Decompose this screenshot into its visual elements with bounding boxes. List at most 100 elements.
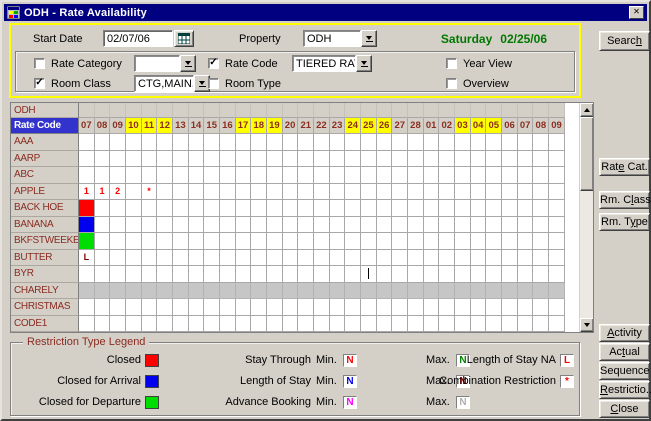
grid-cell[interactable] xyxy=(283,151,299,168)
grid-cell[interactable] xyxy=(455,299,471,316)
grid-cell[interactable] xyxy=(502,134,518,151)
activity-button[interactable]: Activity xyxy=(599,324,650,342)
grid-cell[interactable] xyxy=(455,167,471,184)
grid-cell[interactable] xyxy=(533,299,549,316)
grid-cell[interactable] xyxy=(142,283,158,300)
rate-code-row-label[interactable]: AAA xyxy=(11,134,79,151)
grid-cell[interactable] xyxy=(283,316,299,333)
grid-cell[interactable] xyxy=(377,316,393,333)
scroll-up-icon[interactable] xyxy=(580,103,594,117)
grid-cell[interactable] xyxy=(157,283,173,300)
grid-cell[interactable] xyxy=(549,200,565,217)
date-column-header[interactable]: 09 xyxy=(110,118,126,134)
grid-cell[interactable] xyxy=(251,233,267,250)
grid-cell[interactable] xyxy=(95,167,111,184)
grid-cell[interactable] xyxy=(189,184,205,201)
grid-cell[interactable] xyxy=(126,316,142,333)
grid-cell[interactable] xyxy=(471,184,487,201)
grid-cell[interactable] xyxy=(251,151,267,168)
grid-cell[interactable] xyxy=(345,283,361,300)
grid-cell[interactable] xyxy=(298,217,314,234)
date-column-header[interactable]: 02 xyxy=(439,118,455,134)
grid-cell[interactable] xyxy=(189,283,205,300)
grid-cell[interactable] xyxy=(236,266,252,283)
grid-cell[interactable] xyxy=(408,134,424,151)
grid-cell[interactable] xyxy=(424,283,440,300)
date-column-header[interactable]: 14 xyxy=(189,118,205,134)
grid-cell[interactable]: * xyxy=(142,184,158,201)
grid-cell[interactable] xyxy=(126,167,142,184)
grid-cell[interactable] xyxy=(157,134,173,151)
grid-cell[interactable] xyxy=(345,233,361,250)
date-column-header[interactable]: 17 xyxy=(236,118,252,134)
grid-cell[interactable] xyxy=(486,200,502,217)
grid-cell[interactable] xyxy=(486,283,502,300)
grid-cell[interactable] xyxy=(330,151,346,168)
grid-cell[interactable] xyxy=(392,200,408,217)
grid-cell[interactable] xyxy=(424,151,440,168)
grid-cell[interactable] xyxy=(408,184,424,201)
grid-cell[interactable] xyxy=(173,316,189,333)
grid-cell[interactable] xyxy=(204,266,220,283)
grid-cell[interactable] xyxy=(455,250,471,267)
grid-cell[interactable] xyxy=(314,151,330,168)
calendar-button[interactable] xyxy=(174,30,194,47)
grid-cell[interactable] xyxy=(392,316,408,333)
grid-cell[interactable] xyxy=(549,250,565,267)
grid-cell[interactable] xyxy=(142,233,158,250)
grid-cell[interactable] xyxy=(126,151,142,168)
grid-cell[interactable] xyxy=(220,316,236,333)
grid-cell[interactable] xyxy=(95,134,111,151)
restrictions-button[interactable]: Restrictio... xyxy=(599,381,650,399)
grid-cell[interactable] xyxy=(251,134,267,151)
date-column-header[interactable]: 04 xyxy=(471,118,487,134)
grid-cell[interactable] xyxy=(330,200,346,217)
grid-cell[interactable] xyxy=(392,217,408,234)
grid-cell[interactable] xyxy=(471,250,487,267)
search-button[interactable]: Search xyxy=(599,31,650,51)
grid-cell[interactable] xyxy=(345,299,361,316)
grid-cell[interactable] xyxy=(157,217,173,234)
grid-cell[interactable] xyxy=(79,266,95,283)
grid-cell[interactable]: 1 xyxy=(95,184,111,201)
grid-cell[interactable] xyxy=(392,151,408,168)
grid-cell[interactable] xyxy=(361,184,377,201)
grid-cell[interactable] xyxy=(283,266,299,283)
grid-cell[interactable] xyxy=(95,266,111,283)
grid-cell[interactable] xyxy=(204,184,220,201)
date-column-header[interactable]: 18 xyxy=(251,118,267,134)
grid-cell[interactable] xyxy=(95,316,111,333)
grid-cell[interactable] xyxy=(95,200,111,217)
grid-cell[interactable] xyxy=(345,184,361,201)
grid-cell[interactable] xyxy=(486,167,502,184)
grid-cell[interactable] xyxy=(298,151,314,168)
grid-cell[interactable] xyxy=(189,151,205,168)
grid-cell[interactable] xyxy=(377,151,393,168)
date-column-header[interactable]: 08 xyxy=(95,118,111,134)
grid-cell[interactable] xyxy=(142,200,158,217)
date-column-header[interactable]: 22 xyxy=(314,118,330,134)
rate-code-row-label[interactable]: BUTTER xyxy=(11,250,79,267)
grid-cell[interactable] xyxy=(439,316,455,333)
grid-cell[interactable] xyxy=(236,151,252,168)
date-column-header[interactable]: 24 xyxy=(345,118,361,134)
grid-cell[interactable] xyxy=(392,283,408,300)
grid-cell[interactable] xyxy=(455,233,471,250)
grid-cell[interactable] xyxy=(79,283,95,300)
grid-cell[interactable] xyxy=(236,233,252,250)
grid-cell[interactable] xyxy=(298,283,314,300)
grid-cell[interactable] xyxy=(549,283,565,300)
grid-cell[interactable] xyxy=(236,200,252,217)
grid-cell[interactable] xyxy=(549,299,565,316)
grid-cell[interactable] xyxy=(471,134,487,151)
grid-cell[interactable] xyxy=(251,184,267,201)
year-view-checkbox[interactable] xyxy=(446,58,457,69)
grid-cell[interactable] xyxy=(330,266,346,283)
grid-cell[interactable] xyxy=(267,200,283,217)
grid-cell[interactable] xyxy=(345,134,361,151)
grid-cell[interactable] xyxy=(173,233,189,250)
grid-cell[interactable] xyxy=(79,299,95,316)
grid-cell[interactable] xyxy=(518,250,534,267)
grid-cell[interactable] xyxy=(267,316,283,333)
date-column-header[interactable]: 11 xyxy=(142,118,158,134)
